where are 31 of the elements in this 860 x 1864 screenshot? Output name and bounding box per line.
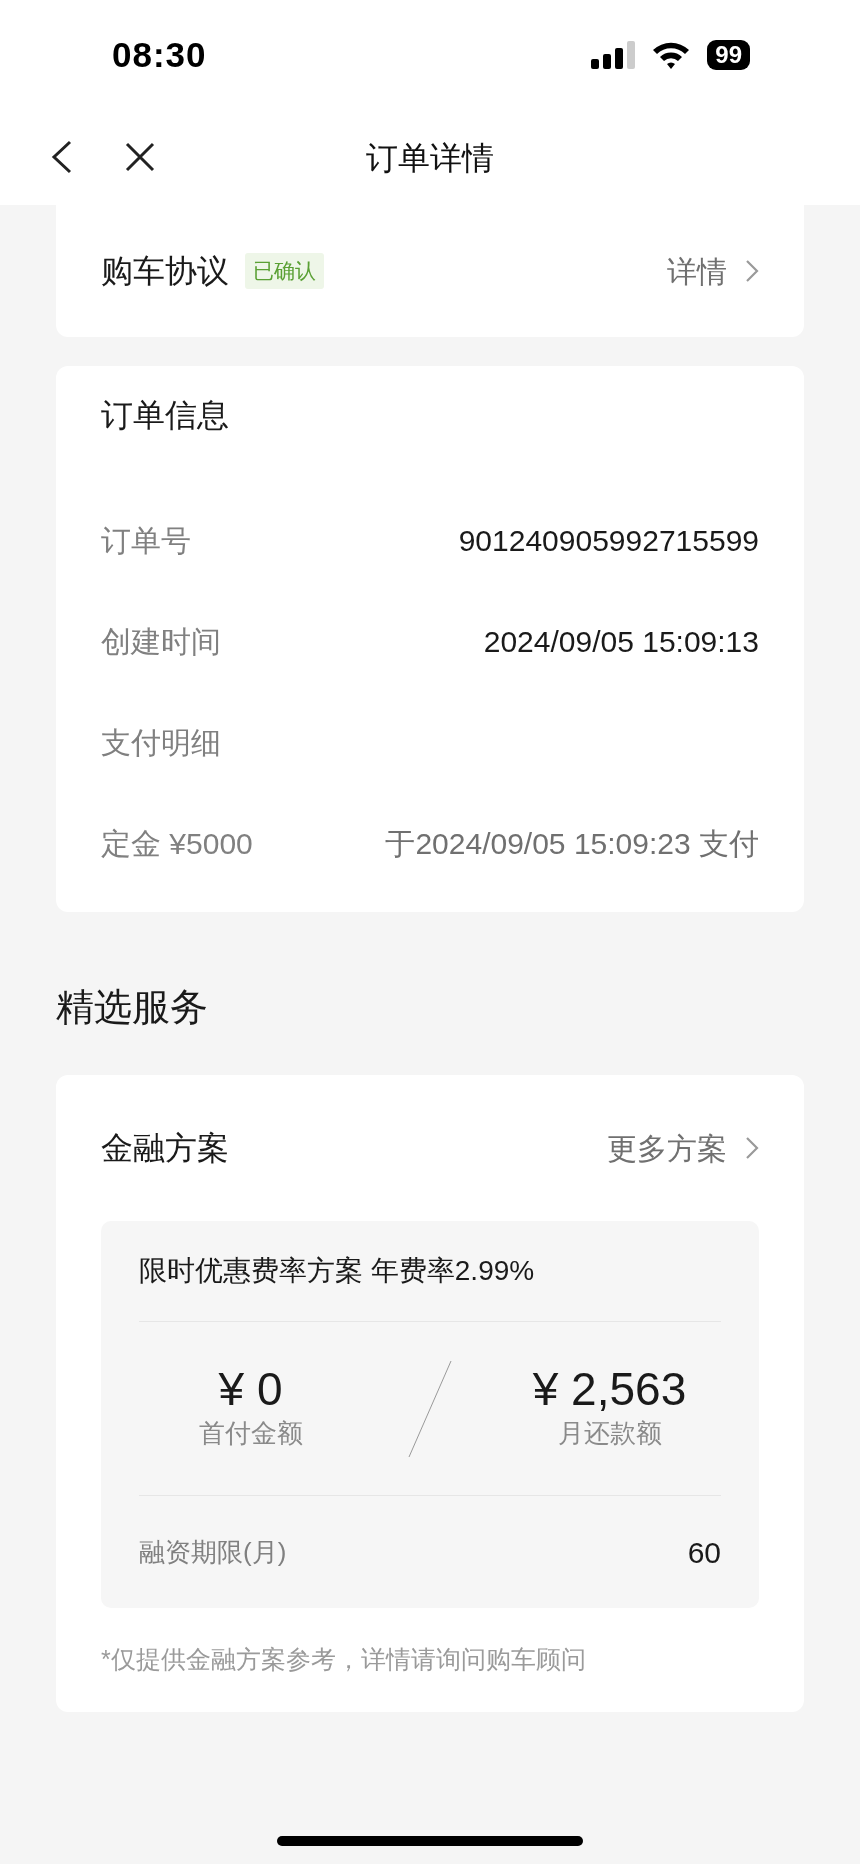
section-heading: 订单信息 — [101, 396, 229, 435]
more-plans-link[interactable]: 更多方案 — [607, 1125, 759, 1171]
chevron-right-icon — [745, 259, 759, 283]
field-value: 901240905992715599 — [458, 523, 759, 559]
agreement-label: 购车协议 — [101, 252, 229, 291]
details-link[interactable]: 详情 — [667, 248, 759, 294]
back-button[interactable] — [50, 140, 74, 174]
field-value: 2024/09/05 15:09:13 — [483, 624, 759, 660]
field-label: 订单号 — [101, 523, 191, 559]
signal-icon — [591, 41, 636, 69]
status-time: 08:30 — [112, 33, 207, 76]
chevron-right-icon — [745, 1136, 759, 1160]
section-heading: 金融方案 — [101, 1129, 229, 1168]
amount-value: ¥ 2,563 — [532, 1363, 687, 1415]
term-value: 60 — [687, 1534, 721, 1571]
battery-indicator: 99 — [707, 40, 750, 70]
amount-label: 月还款额 — [557, 1417, 662, 1451]
field-label: 创建时间 — [101, 624, 221, 660]
field-label: 支付明细 — [101, 725, 221, 761]
field-label: 定金 ¥5000 — [101, 826, 253, 862]
wifi-icon — [651, 40, 692, 70]
amount-value: ¥ 0 — [218, 1363, 283, 1415]
field-value: 于2024/09/05 15:09:23 支付 — [385, 826, 759, 862]
disclaimer-text: *仅提供金融方案参考，详情请询问购车顾问 — [101, 1644, 586, 1676]
close-button[interactable] — [124, 141, 156, 173]
status-tag: 已确认 — [245, 253, 324, 289]
term-label: 融资期限(月) — [139, 1535, 287, 1569]
amount-label: 首付金额 — [198, 1417, 303, 1451]
section-title: 精选服务 — [55, 985, 209, 1030]
plan-name: 限时优惠费率方案 年费率2.99% — [139, 1254, 535, 1288]
page-title: 订单详情 — [366, 138, 494, 178]
